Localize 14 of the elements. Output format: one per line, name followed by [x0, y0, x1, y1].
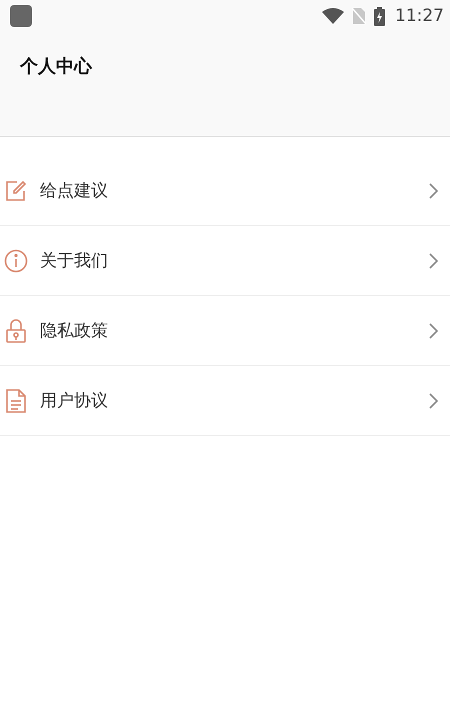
chevron-right-icon	[429, 182, 438, 198]
app-notification-icon	[10, 5, 32, 27]
page-title: 个人中心	[18, 55, 94, 78]
document-icon	[4, 388, 28, 412]
lock-icon	[4, 318, 28, 342]
status-time: 11:27	[395, 6, 444, 26]
info-icon	[4, 248, 28, 272]
battery-icon	[374, 6, 385, 26]
edit-icon	[4, 180, 28, 202]
chevron-right-icon	[429, 392, 438, 408]
no-sim-icon	[352, 7, 366, 25]
chevron-right-icon	[429, 252, 438, 268]
wifi-icon	[322, 8, 344, 24]
chevron-right-icon	[429, 322, 438, 338]
